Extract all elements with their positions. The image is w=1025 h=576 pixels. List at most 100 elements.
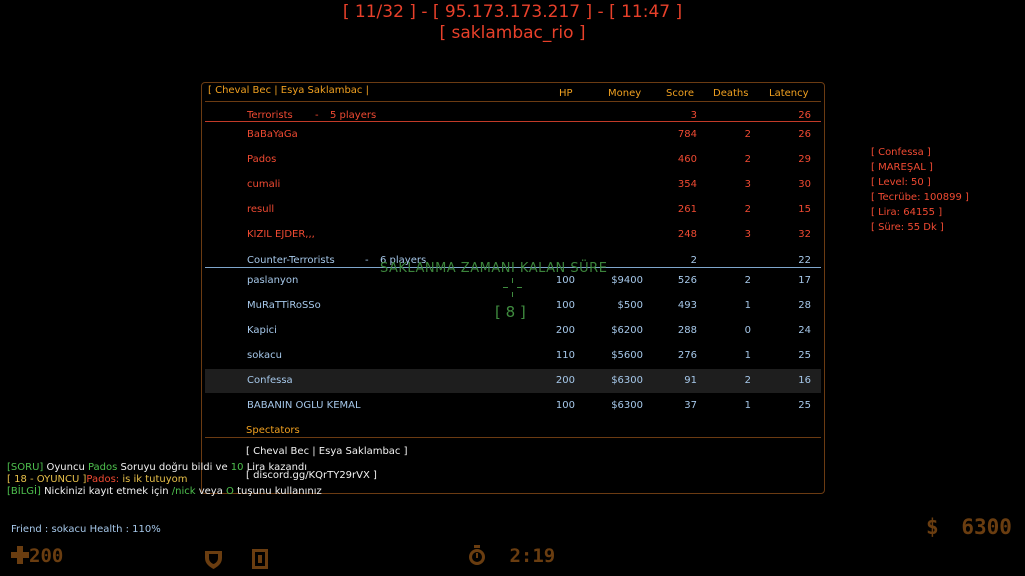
player-money: $9400 [611,275,643,286]
header-divider [205,101,821,102]
player-latency: 17 [798,275,811,286]
player-deaths: 3 [744,179,751,190]
player-row: KIZIL EJDER,,, 248 3 32 [205,223,821,247]
player-latency: 24 [798,325,811,336]
player-score: 526 [677,275,697,286]
player-deaths: 1 [744,400,751,411]
player-latency: 25 [798,350,811,361]
player-score: 493 [677,300,697,311]
chat-number: 10 [230,462,244,473]
player-name: resull [247,204,275,215]
chat-text: Soruyu doğru bildi ve [117,462,231,473]
player-row: BABANIN OGLU KEMAL 100 $6300 37 1 25 [205,394,821,418]
chat-message: is ik tutuyom [119,474,188,485]
player-deaths: 1 [744,350,751,361]
player-row: resull 261 2 15 [205,198,821,222]
cross-icon [11,546,29,564]
hud-health: 200 [11,545,63,567]
player-name: cumali [247,179,281,190]
player-latency: 25 [798,400,811,411]
hide-timer-value: [ 8 ] [495,303,526,321]
player-name: Pados [247,154,277,165]
player-latency: 29 [798,154,811,165]
player-hp: 200 [555,325,575,336]
player-latency: 16 [798,375,811,386]
player-playtime: [ Süre: 55 Dk ] [871,222,944,233]
player-deaths: 2 [744,275,751,286]
server-info: [ 11/32 ] - [ 95.173.173.217 ] - [ 11:47… [0,2,1025,44]
player-score: 37 [684,400,697,411]
player-latency: 26 [798,129,811,140]
chat-player: Pados [87,462,118,473]
map-name: [ saklambac_rio ] [439,23,586,43]
player-name: paslanyon [247,275,299,286]
spectators-divider [205,437,821,438]
column-score: Score [666,88,695,99]
chat-command: /nick [171,486,196,497]
player-deaths: 2 [744,154,751,165]
player-name: BaBaYaGa [247,129,298,140]
hud-money: $ 6300 [926,515,1012,539]
money-symbol: $ [926,515,939,539]
player-deaths: 2 [744,375,751,386]
chat-text: Oyuncu [43,462,88,473]
player-latency: 30 [798,179,811,190]
chat-key: O [226,486,234,497]
column-money: Money [608,88,642,99]
player-row: BaBaYaGa 784 2 26 [205,123,821,147]
hide-timer-title: SAKLANMA ZAMANI KALAN SÜRE [380,261,608,276]
player-latency: 32 [798,229,811,240]
player-name: [ Confessa ] [871,147,931,158]
server-status-line: [ 11/32 ] - [ 95.173.173.217 ] - [ 11:47… [342,2,683,22]
player-experience: [ Tecrübe: 100899 ] [871,192,969,203]
player-latency: 28 [798,300,811,311]
player-level: [ Level: 50 ] [871,177,931,188]
chat-text: veya [195,486,227,497]
crosshair-icon [503,278,523,300]
player-hp: 110 [555,350,575,361]
chat-line: [BİLGİ] Nickinizi kayıt etmek için /nick… [7,486,322,498]
hud-round-timer: 2:19 [468,545,555,567]
player-deaths: 1 [744,300,751,311]
chat-player: Pados: [86,474,120,485]
player-score: 261 [677,204,697,215]
chat-log: [SORU] Oyuncu Pados Soruyu doğru bildi v… [7,462,322,498]
player-latency: 15 [798,204,811,215]
player-name: sokacu [247,350,282,361]
player-hp: 200 [555,375,575,386]
player-score: 248 [677,229,697,240]
player-info-panel: [ Confessa ] [ MAREŞAL ] [ Level: 50 ] [… [871,145,969,235]
chat-tag: [ 18 - OYUNCU ] [7,474,87,485]
player-money: $6300 [611,400,643,411]
player-score: 288 [677,325,697,336]
chat-text: Lira kazandı [243,462,308,473]
health-value: 200 [29,545,64,567]
player-money: $500 [617,300,643,311]
player-deaths: 2 [744,204,751,215]
friend-health-info: Friend : sokacu Health : 110% [11,524,161,535]
chat-text: Nickinizi kayıt etmek için [40,486,172,497]
player-deaths: 0 [744,325,751,336]
spectators-label: Spectators [246,425,300,436]
player-score: 91 [684,375,697,386]
player-name: MuRaTTiRoSSo [247,300,321,311]
player-lira: [ Lira: 64155 ] [871,207,943,218]
player-rank: [ MAREŞAL ] [871,162,933,173]
chat-tag: [SORU] [7,462,44,473]
player-deaths: 3 [744,229,751,240]
player-row: cumali 354 3 30 [205,173,821,197]
player-hp: 100 [555,400,575,411]
player-deaths: 2 [744,129,751,140]
scoreboard-title: [ Cheval Bec | Esya Saklambac | [208,85,369,96]
player-money: $6300 [611,375,643,386]
terrorists-divider [205,121,821,122]
player-row: Kapici 200 $6200 288 0 24 [205,319,821,343]
c4-icon [252,549,268,569]
shield-icon [205,551,222,569]
column-hp: HP [559,88,573,99]
player-row: Confessa 200 $6300 91 2 16 [205,369,821,393]
chat-line: [SORU] Oyuncu Pados Soruyu doğru bildi v… [7,462,322,474]
chat-tag: [BİLGİ] [7,486,41,497]
column-deaths: Deaths [713,88,749,99]
player-score: 784 [677,129,697,140]
